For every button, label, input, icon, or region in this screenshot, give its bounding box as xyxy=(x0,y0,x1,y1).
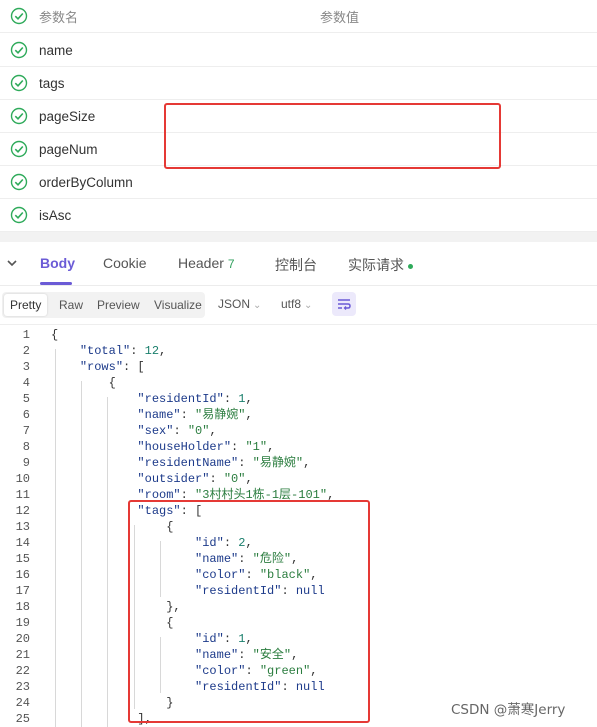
param-name-column-header: 参数名 xyxy=(39,9,79,25)
check-circle-icon[interactable] xyxy=(10,7,28,25)
active-tab-indicator xyxy=(40,282,72,285)
code-text: { xyxy=(51,328,59,342)
param-name: orderByColumn xyxy=(39,174,133,190)
check-circle-icon[interactable] xyxy=(10,41,28,59)
code-text: "houseHolder": "1", xyxy=(137,440,275,454)
line-number: 20 xyxy=(15,632,30,646)
line-number: 12 xyxy=(15,504,30,518)
code-line: 1{ xyxy=(0,327,597,343)
param-name: pageSize xyxy=(39,108,96,124)
line-number: 21 xyxy=(15,648,30,662)
word-wrap-button[interactable] xyxy=(332,292,356,316)
view-mode-selector: Pretty Raw Preview Visualize xyxy=(2,292,205,318)
view-preview-button[interactable]: Preview xyxy=(91,294,146,316)
response-tabs: Body Cookie Header 7 控制台 实际请求 xyxy=(0,242,597,286)
code-line: 8 "houseHolder": "1", xyxy=(0,439,597,455)
line-number: 23 xyxy=(15,680,30,694)
line-number: 19 xyxy=(15,616,30,630)
param-name: name xyxy=(39,42,73,58)
line-number: 3 xyxy=(22,360,30,374)
line-number: 24 xyxy=(15,696,30,710)
param-name: pageNum xyxy=(39,141,98,157)
code-line: 6 "name": "易静婉", xyxy=(0,407,597,423)
code-line: 2 "total": 12, xyxy=(0,343,597,359)
chevron-down-icon[interactable] xyxy=(5,256,19,270)
line-number: 6 xyxy=(22,408,30,422)
code-text: "residentId": 1, xyxy=(137,392,253,406)
tab-console[interactable]: 控制台 xyxy=(275,255,317,275)
code-line: 5 "residentId": 1, xyxy=(0,391,597,407)
code-text: "total": 12, xyxy=(79,344,167,358)
params-table: 参数名 参数值 name tags pageSize pageNum order… xyxy=(0,0,597,232)
highlight-box xyxy=(164,103,501,169)
code-line: 3 "rows": [ xyxy=(0,359,597,375)
body-toolbar: Pretty Raw Preview Visualize JSON ⌄ utf8 ⌄ xyxy=(0,290,597,320)
line-number: 1 xyxy=(22,328,30,342)
check-circle-icon[interactable] xyxy=(10,140,28,158)
code-text: { xyxy=(51,376,116,390)
view-visualize-button[interactable]: Visualize xyxy=(148,294,208,316)
line-number: 13 xyxy=(15,520,30,534)
param-row[interactable]: name xyxy=(0,34,597,67)
tab-header-label: Header xyxy=(178,255,224,271)
highlight-box xyxy=(128,500,370,723)
line-number: 10 xyxy=(15,472,30,486)
check-circle-icon[interactable] xyxy=(10,173,28,191)
code-text: "rows": [ xyxy=(79,360,145,374)
line-number: 22 xyxy=(15,664,30,678)
code-line: 9 "residentName": "易静婉", xyxy=(0,455,597,471)
code-line: 7 "sex": "0", xyxy=(0,423,597,439)
line-number: 5 xyxy=(22,392,30,406)
line-number: 17 xyxy=(15,584,30,598)
code-text: "name": "易静婉", xyxy=(137,408,253,422)
code-text: "outsider": "0", xyxy=(137,472,253,486)
param-name: tags xyxy=(39,75,65,91)
tab-header[interactable]: Header 7 xyxy=(178,255,235,271)
check-circle-icon[interactable] xyxy=(10,206,28,224)
tab-actual-request-label: 实际请求 xyxy=(348,257,404,273)
line-number: 25 xyxy=(15,712,30,726)
tab-body[interactable]: Body xyxy=(40,255,75,271)
encoding-dropdown[interactable]: utf8 ⌄ xyxy=(281,297,312,311)
chevron-down-icon: ⌄ xyxy=(304,300,313,311)
param-name: isAsc xyxy=(39,207,72,223)
line-number: 14 xyxy=(15,536,30,550)
view-raw-button[interactable]: Raw xyxy=(53,294,89,316)
check-circle-icon[interactable] xyxy=(10,107,28,125)
format-value: JSON xyxy=(218,297,251,311)
tab-actual-request[interactable]: 实际请求 xyxy=(348,255,413,275)
line-number: 8 xyxy=(22,440,30,454)
line-number: 7 xyxy=(22,424,30,438)
code-line: 10 "outsider": "0", xyxy=(0,471,597,487)
param-row[interactable]: orderByColumn xyxy=(0,166,597,199)
chevron-down-icon: ⌄ xyxy=(253,300,262,311)
line-number: 15 xyxy=(15,552,30,566)
tab-cookie[interactable]: Cookie xyxy=(103,255,147,271)
encoding-value: utf8 xyxy=(281,297,302,311)
param-value-column-header: 参数值 xyxy=(320,9,360,25)
param-row[interactable]: tags xyxy=(0,67,597,100)
params-header-row: 参数名 参数值 xyxy=(0,0,597,33)
line-number: 2 xyxy=(22,344,30,358)
line-number: 9 xyxy=(22,456,30,470)
line-number: 16 xyxy=(15,568,30,582)
format-dropdown[interactable]: JSON ⌄ xyxy=(218,297,261,311)
check-circle-icon[interactable] xyxy=(10,74,28,92)
line-number: 4 xyxy=(22,376,30,390)
code-text: "sex": "0", xyxy=(137,424,217,438)
line-number: 18 xyxy=(15,600,30,614)
param-row[interactable]: isAsc xyxy=(0,199,597,232)
watermark: CSDN @萧寒Jerry xyxy=(451,702,566,718)
code-line: 4 { xyxy=(0,375,597,391)
word-wrap-icon xyxy=(338,299,351,310)
view-pretty-button[interactable]: Pretty xyxy=(4,294,48,316)
code-text: "residentName": "易静婉", xyxy=(137,456,311,470)
header-count-badge: 7 xyxy=(227,257,235,271)
line-number: 11 xyxy=(15,488,30,502)
section-divider xyxy=(0,232,597,242)
status-dot-icon xyxy=(408,263,413,269)
